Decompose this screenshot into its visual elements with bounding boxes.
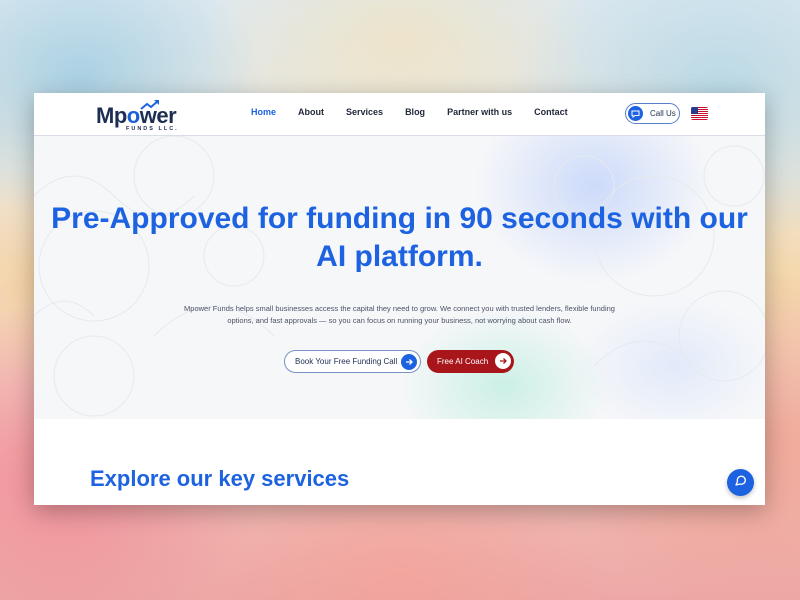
logo-growth-arrow-icon	[140, 100, 159, 110]
main-nav: Home About Services Blog Partner with us…	[251, 107, 590, 117]
arrow-right-icon	[401, 354, 417, 370]
brand-logo[interactable]: Mpower FUNDS LLC.	[96, 99, 196, 132]
nav-blog[interactable]: Blog	[405, 107, 425, 117]
call-us-button[interactable]: Call Us	[625, 103, 680, 124]
nav-partner[interactable]: Partner with us	[447, 107, 512, 117]
nav-contact[interactable]: Contact	[534, 107, 568, 117]
free-ai-coach-label: Free AI Coach	[437, 357, 489, 366]
hero-background-pattern	[34, 136, 765, 417]
hero-section: Pre-Approved for funding in 90 seconds w…	[34, 136, 765, 419]
site-header: Mpower FUNDS LLC. Home About Services Bl…	[34, 93, 765, 136]
hero-description: Mpower Funds helps small businesses acce…	[184, 304, 615, 325]
services-heading: Explore our key services	[90, 466, 350, 491]
logo-subtitle: FUNDS LLC.	[126, 126, 179, 132]
nav-services[interactable]: Services	[346, 107, 383, 117]
book-funding-call-button[interactable]: Book Your Free Funding Call	[284, 350, 421, 373]
us-flag-icon[interactable]	[691, 107, 708, 120]
nav-about[interactable]: About	[298, 107, 324, 117]
chat-assistant-button[interactable]	[727, 469, 754, 496]
nav-home[interactable]: Home	[251, 107, 276, 117]
free-ai-coach-button[interactable]: Free AI Coach	[427, 350, 514, 373]
arrow-right-icon	[495, 353, 511, 369]
hero-title: Pre-Approved for funding in 90 seconds w…	[51, 202, 748, 273]
call-us-label: Call Us	[650, 109, 676, 118]
book-funding-call-label: Book Your Free Funding Call	[295, 357, 398, 366]
chat-assistant-icon	[734, 474, 747, 492]
chat-bubble-icon	[628, 106, 643, 121]
browser-page: Mpower FUNDS LLC. Home About Services Bl…	[34, 93, 765, 505]
